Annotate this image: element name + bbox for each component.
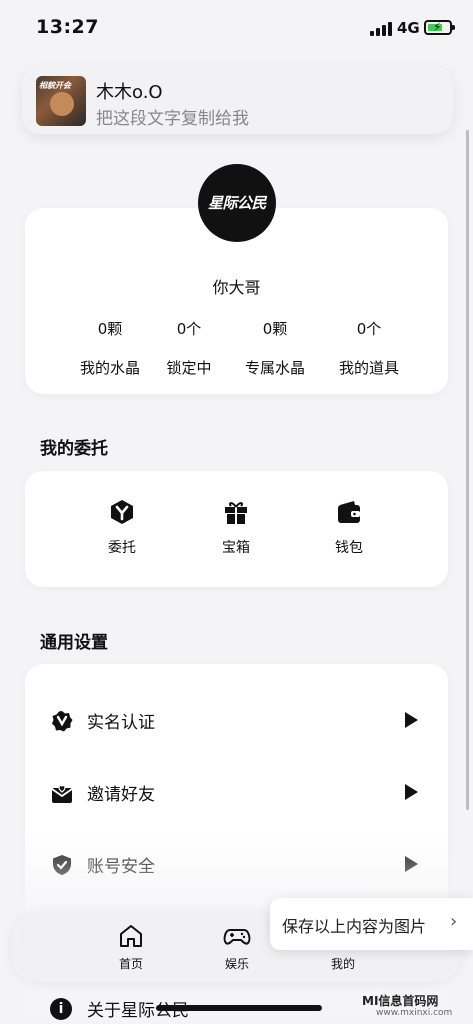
tab-label: 娱乐 [224, 957, 249, 971]
section-title-settings: 通用设置 [40, 633, 108, 653]
wallet-icon [338, 501, 360, 523]
tab-label: 我的 [330, 957, 355, 971]
grid-item-label: 委托 [108, 540, 136, 556]
stat-label: 锁定中 [166, 359, 212, 377]
avatar[interactable]: 星际公民 [198, 164, 276, 242]
thumbnail-text: 相貌开会 [39, 81, 71, 90]
home-indicator[interactable] [156, 1005, 322, 1011]
save-as-image-label: 保存以上内容为图片 [282, 917, 427, 936]
entrust-card: 委托 宝箱 钱包 [25, 471, 448, 587]
gamepad-icon [223, 929, 251, 945]
cellular-signal-icon [370, 22, 392, 36]
tab-label: 首页 [118, 957, 143, 971]
stat-exclusive-crystals[interactable]: 0颗 专属水晶 [228, 318, 322, 378]
watermark-url: www.mxinxi.com [376, 1008, 453, 1018]
banner-thumbnail: 相貌开会 [36, 76, 86, 126]
stat-label: 我的道具 [338, 359, 399, 377]
save-as-image-button[interactable]: 保存以上内容为图片 › [270, 898, 473, 950]
banner-sender-name: 木木o.O [96, 82, 163, 103]
grid-item-label: 钱包 [335, 540, 363, 556]
grid-item-label: 宝箱 [222, 540, 250, 556]
network-type: 4G [397, 19, 420, 37]
play-arrow-icon [405, 712, 418, 728]
section-title-entrust: 我的委托 [40, 439, 108, 459]
watermark-text: MI信息首码网 [362, 994, 439, 1008]
verified-badge-icon [52, 711, 73, 732]
home-icon [120, 925, 142, 947]
grid-item-entrust[interactable]: 委托 [92, 499, 152, 557]
tab-home[interactable]: 首页 [101, 922, 161, 972]
stat-value: 0个 [176, 320, 202, 338]
gift-box-icon [225, 502, 247, 524]
avatar-logo-text: 星际公民 [207, 194, 267, 212]
stat-value: 0个 [356, 320, 382, 338]
stat-locked[interactable]: 0个 锁定中 [142, 318, 236, 378]
stat-my-items[interactable]: 0个 我的道具 [322, 318, 416, 378]
invite-mail-icon [51, 784, 73, 803]
play-arrow-icon [405, 856, 418, 872]
info-icon: i [50, 998, 72, 1020]
stat-label: 专属水晶 [244, 359, 305, 377]
tab-entertainment[interactable]: 娱乐 [207, 922, 267, 972]
notification-banner[interactable]: 相貌开会 木木o.O 把这段文字复制给我 [22, 66, 453, 134]
stat-value: 0颗 [262, 320, 288, 338]
status-bar: 13:27 4G ⚡ [0, 0, 473, 56]
scroll-indicator[interactable] [466, 130, 469, 810]
setting-label: 邀请好友 [87, 785, 155, 805]
play-arrow-icon [405, 784, 418, 800]
chevron-right-icon: › [450, 911, 458, 932]
shield-check-icon [53, 855, 71, 875]
setting-row-real-name[interactable]: 实名认证 [25, 700, 448, 740]
username: 你大哥 [212, 278, 261, 297]
setting-row-account-security[interactable]: 账号安全 [25, 844, 448, 884]
battery-charging-icon: ⚡ [424, 20, 455, 35]
setting-row-invite[interactable]: 邀请好友 [25, 772, 448, 812]
banner-message: 把这段文字复制给我 [96, 109, 249, 129]
entrust-icon [111, 500, 133, 524]
setting-label: 账号安全 [87, 857, 155, 877]
status-time: 13:27 [36, 16, 99, 38]
setting-label: 实名认证 [87, 713, 155, 733]
grid-item-treasure-box[interactable]: 宝箱 [206, 499, 266, 557]
grid-item-wallet[interactable]: 钱包 [319, 499, 379, 557]
